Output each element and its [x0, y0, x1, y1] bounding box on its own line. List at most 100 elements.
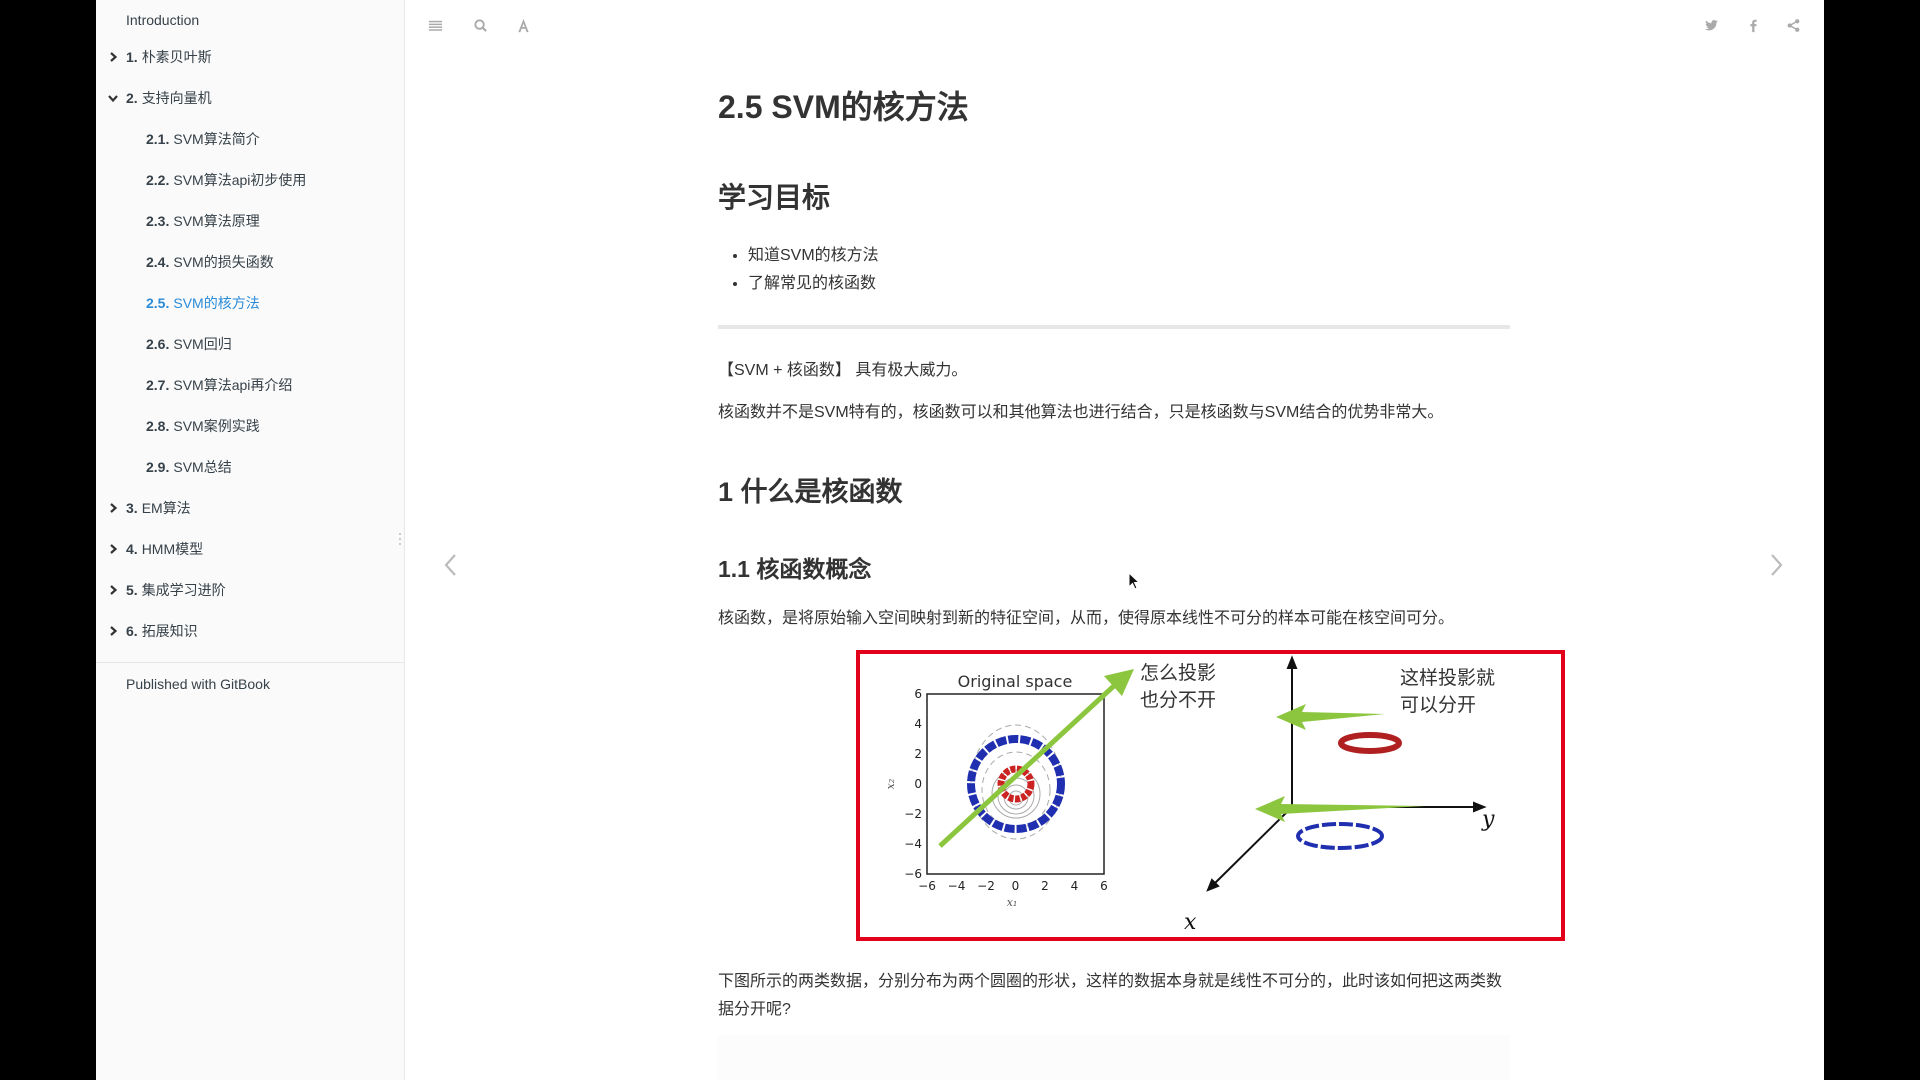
- sidebar-item-number: 5.: [126, 582, 138, 598]
- sidebar-item[interactable]: 2.2. SVM算法api初步使用: [146, 168, 306, 192]
- sidebar-item-number: 2.6.: [146, 336, 170, 352]
- y-tick-label: 6: [914, 687, 922, 701]
- sidebar-item[interactable]: 4. HMM模型: [126, 537, 203, 561]
- paragraph-two-circles-question: 下图所示的两类数据，分别分布为两个圆圈的形状，这样的数据本身就是线性不可分的，此…: [718, 973, 1503, 1018]
- sidebar-item[interactable]: 5. 集成学习进阶: [126, 578, 226, 602]
- twitter-icon[interactable]: [1702, 16, 1720, 34]
- sidebar-item-number: 2.1.: [146, 131, 170, 147]
- x-tick-label: −6: [918, 879, 936, 893]
- sidebar-item[interactable]: 2.6. SVM回归: [146, 332, 232, 356]
- sidebar-item[interactable]: 2.3. SVM算法原理: [146, 209, 260, 233]
- sidebar-resize-handle[interactable]: [398, 532, 402, 546]
- axis-y-label: y: [1481, 807, 1495, 832]
- annotation-left-line1: 怎么投影: [1140, 662, 1216, 684]
- sidebar-item-label: SVM算法api再介绍: [173, 377, 293, 393]
- published-with-gitbook-link[interactable]: Published with GitBook: [126, 676, 270, 692]
- chevron-right-icon[interactable]: [106, 624, 120, 638]
- chevron-right-icon[interactable]: [106, 583, 120, 597]
- goals-heading: 学习目标: [718, 182, 831, 213]
- chevron-down-icon[interactable]: [106, 91, 120, 105]
- subsection-heading-kernel-concept: 1.1 核函数概念: [718, 556, 872, 582]
- page-title: 2.5 SVM的核方法: [718, 89, 969, 125]
- sidebar-item-label: EM算法: [141, 500, 191, 516]
- plot-title: Original space: [958, 672, 1073, 691]
- previous-page-icon[interactable]: [439, 545, 463, 585]
- sidebar-item-number: 6.: [126, 623, 138, 639]
- sidebar-item[interactable]: 2.8. SVM案例实践: [146, 414, 260, 438]
- menu-icon[interactable]: [426, 16, 444, 34]
- figure-canvas: Original space −6−6 −4 −4 −2 −2 0 0 2 2 4 4 6 6 x₁ x…: [884, 655, 1495, 935]
- goals-list: 知道SVM的核方法 了解常见的核函数: [718, 242, 879, 298]
- goal-item: 了解常见的核函数: [748, 270, 879, 298]
- outer-class-ring: [967, 735, 1065, 833]
- paragraph-kernel-definition: 核函数，是将原始输入空间映射到新的特征空间，从而，使得原本线性不可分的样本可能在…: [718, 610, 1455, 627]
- y-tick-label: 0: [914, 777, 922, 791]
- sidebar-item-number: 2.7.: [146, 377, 170, 393]
- next-image-placeholder: [718, 1035, 1510, 1080]
- sidebar-item-number: 2.9.: [146, 459, 170, 475]
- chevron-right-icon[interactable]: [106, 50, 120, 64]
- annotation-right-line2: 可以分开: [1400, 694, 1476, 716]
- plot-xlabel: x₁: [1007, 896, 1018, 909]
- sidebar-item-number: 2.3.: [146, 213, 170, 229]
- annotation-right-line1: 这样投影就: [1400, 667, 1495, 689]
- y-tick-label: 2: [914, 747, 922, 761]
- gitbook-window: Introduction 1. 朴素贝叶斯 2. 支持向量机 2.1. SVM算法简介 2.2…: [96, 0, 1824, 1080]
- next-page-icon[interactable]: [1764, 545, 1788, 585]
- section-heading-what-is-kernel: 1 什么是核函数: [718, 477, 903, 507]
- facebook-icon[interactable]: [1744, 16, 1762, 34]
- sidebar-item-number: 2.2.: [146, 172, 170, 188]
- sidebar-item[interactable]: 6. 拓展知识: [126, 619, 198, 643]
- share-icon[interactable]: [1784, 16, 1802, 34]
- chevron-right-icon[interactable]: [106, 501, 120, 515]
- projection-arrow-bottom: [1255, 796, 1425, 822]
- projected-outer-ring: [1296, 822, 1384, 850]
- sidebar-item-label: Introduction: [126, 12, 200, 28]
- font-settings-icon[interactable]: [514, 16, 532, 34]
- sidebar-item-label: SVM总结: [173, 459, 232, 475]
- sidebar-item-number: 1.: [126, 49, 138, 65]
- sidebar-item[interactable]: 2.7. SVM算法api再介绍: [146, 373, 292, 397]
- sidebar-item[interactable]: 2.9. SVM总结: [146, 455, 232, 479]
- x-tick-label: 4: [1071, 879, 1079, 893]
- y-tick-label: −6: [904, 867, 922, 881]
- projected-inner-ring: [1338, 732, 1402, 754]
- sidebar-item-label: SVM的核方法: [173, 295, 260, 311]
- sidebar-item-number: 3.: [126, 500, 138, 516]
- sidebar-item-label: SVM回归: [173, 336, 232, 352]
- sidebar-item-label: SVM算法api初步使用: [173, 172, 307, 188]
- sidebar-item-number: 2.5.: [146, 295, 170, 311]
- kernel-projection-figure: Original space −6 −6 −4 −4 −2 −2 0 0 2 2 4 4 6 6 x₁ x…: [856, 650, 1565, 941]
- y-tick-label: −4: [904, 837, 922, 851]
- sidebar-item-number: 2.4.: [146, 254, 170, 270]
- sidebar-item-label: 集成学习进阶: [141, 582, 226, 598]
- 3d-axes: [1206, 655, 1487, 892]
- sidebar-divider: [96, 662, 404, 663]
- sidebar-item[interactable]: Introduction: [126, 8, 199, 32]
- annotation-left-line2: 也分不开: [1140, 689, 1216, 711]
- sidebar-item-number: 4.: [126, 541, 138, 557]
- sidebar-item[interactable]: 3. EM算法: [126, 496, 191, 520]
- paragraph-kernel-general: 核函数并不是SVM特有的，核函数可以和其他算法也进行结合，只是核函数与SVM结合…: [718, 404, 1444, 421]
- sidebar-item[interactable]: 2.1. SVM算法简介: [146, 127, 260, 151]
- sidebar-item[interactable]: 2.5. SVM的核方法: [146, 291, 260, 315]
- sidebar-item-label: HMM模型: [141, 541, 204, 557]
- sidebar-item-label: 朴素贝叶斯: [141, 49, 212, 65]
- x-tick-label: −4: [948, 879, 966, 893]
- mouse-cursor-icon: [1128, 572, 1140, 590]
- search-icon[interactable]: [471, 16, 489, 34]
- sidebar-item-label: 支持向量机: [141, 90, 212, 106]
- goal-item: 知道SVM的核方法: [748, 242, 879, 270]
- sidebar-item[interactable]: 1. 朴素贝叶斯: [126, 45, 212, 69]
- x-tick-label: 2: [1041, 879, 1049, 893]
- sidebar-item-number: 2.: [126, 90, 138, 106]
- axis-x-label: x: [1184, 910, 1197, 935]
- sidebar-item[interactable]: 2.4. SVM的损失函数: [146, 250, 274, 274]
- x-tick-label: 6: [1100, 879, 1108, 893]
- sidebar-item-label: SVM算法原理: [173, 213, 260, 229]
- paragraph-svm-kernel-power: 【SVM + 核函数】 具有极大威力。: [718, 362, 968, 379]
- sidebar: Introduction 1. 朴素贝叶斯 2. 支持向量机 2.1. SVM算法简介 2.2…: [96, 0, 405, 1080]
- chevron-right-icon[interactable]: [106, 542, 120, 556]
- sidebar-item-label: SVM的损失函数: [173, 254, 274, 270]
- sidebar-item[interactable]: 2. 支持向量机: [126, 86, 212, 110]
